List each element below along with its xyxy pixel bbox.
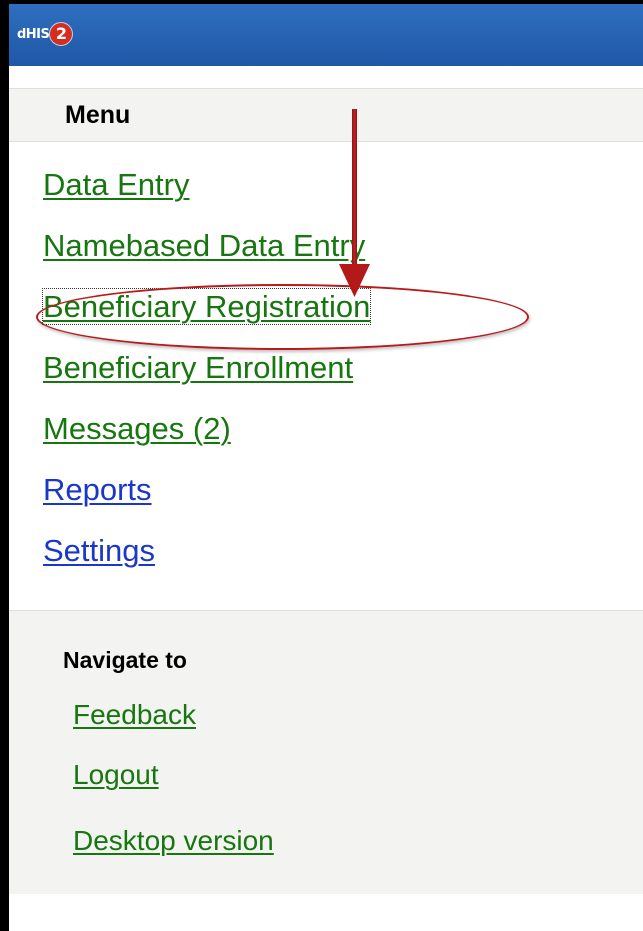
navigate-section: Navigate to Feedback Logout Desktop vers…: [9, 610, 643, 894]
menu-item-namebased-data-entry[interactable]: Namebased Data Entry: [43, 228, 365, 263]
navigate-title: Navigate to: [63, 647, 187, 673]
nav-item-desktop-version[interactable]: Desktop version: [73, 825, 274, 856]
top-bar: dHIS 2: [9, 4, 643, 66]
menu-title: Menu: [65, 101, 131, 129]
app-frame: dHIS 2 Menu Data Entry Namebased Data En…: [0, 0, 643, 931]
menu-item-reports[interactable]: Reports: [43, 472, 152, 507]
menu-item-settings[interactable]: Settings: [43, 533, 155, 568]
nav-item-logout[interactable]: Logout: [73, 759, 159, 790]
menu-item-messages[interactable]: Messages (2): [43, 411, 231, 446]
logo-badge-icon: 2: [50, 23, 73, 45]
nav-item-feedback[interactable]: Feedback: [73, 699, 196, 730]
dhis2-logo[interactable]: dHIS 2: [17, 22, 73, 46]
menu-item-data-entry[interactable]: Data Entry: [43, 167, 189, 202]
navigate-list: Feedback Logout Desktop version: [73, 699, 274, 885]
menu-item-beneficiary-registration[interactable]: Beneficiary Registration: [41, 288, 372, 325]
menu-item-beneficiary-enrollment[interactable]: Beneficiary Enrollment: [43, 350, 353, 385]
menu-header: Menu: [9, 88, 643, 142]
logo-text: dHIS: [17, 26, 50, 42]
main-menu: Data Entry Namebased Data Entry Benefici…: [41, 167, 372, 594]
